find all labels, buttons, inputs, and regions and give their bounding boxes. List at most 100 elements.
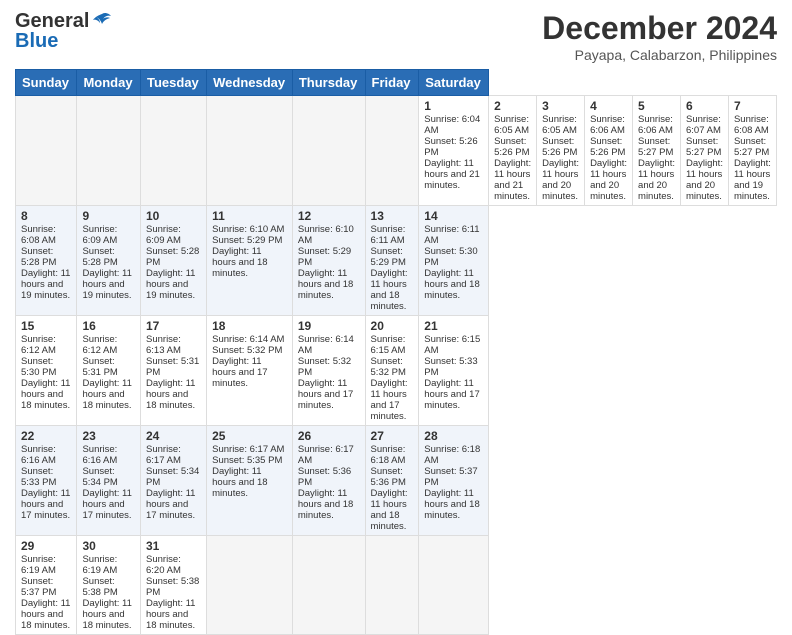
daylight: Daylight: 11 hours and 18 minutes. [298, 488, 353, 521]
daylight: Daylight: 11 hours and 18 minutes. [424, 488, 479, 521]
sunset: Sunset: 5:29 PM [212, 235, 282, 246]
col-wednesday: Wednesday [207, 70, 293, 96]
daylight: Daylight: 11 hours and 17 minutes. [21, 488, 70, 521]
sunrise: Sunrise: 6:07 AM [686, 114, 721, 136]
day-number: 20 [371, 319, 414, 333]
month-title: December 2024 [542, 10, 777, 47]
calendar-cell: 10Sunrise: 6:09 AMSunset: 5:28 PMDayligh… [141, 206, 207, 316]
day-number: 11 [212, 209, 287, 223]
sunrise: Sunrise: 6:04 AM [424, 114, 480, 136]
sunrise: Sunrise: 6:06 AM [590, 114, 625, 136]
daylight: Daylight: 11 hours and 19 minutes. [82, 268, 131, 301]
sunrise: Sunrise: 6:10 AM [298, 224, 354, 246]
calendar-cell: 29Sunrise: 6:19 AMSunset: 5:37 PMDayligh… [16, 536, 77, 635]
day-number: 24 [146, 429, 201, 443]
daylight: Daylight: 11 hours and 18 minutes. [371, 268, 408, 312]
sunrise: Sunrise: 6:13 AM [146, 334, 181, 356]
calendar-cell [77, 96, 141, 206]
day-number: 31 [146, 539, 201, 553]
day-number: 27 [371, 429, 414, 443]
day-number: 7 [734, 99, 771, 113]
calendar-cell [141, 96, 207, 206]
daylight: Daylight: 11 hours and 18 minutes. [82, 598, 131, 631]
day-number: 21 [424, 319, 483, 333]
calendar-cell: 20Sunrise: 6:15 AMSunset: 5:32 PMDayligh… [365, 316, 419, 426]
day-number: 13 [371, 209, 414, 223]
day-number: 18 [212, 319, 287, 333]
daylight: Daylight: 11 hours and 17 minutes. [371, 378, 408, 422]
calendar-cell: 30Sunrise: 6:19 AMSunset: 5:38 PMDayligh… [77, 536, 141, 635]
day-number: 6 [686, 99, 723, 113]
sunrise: Sunrise: 6:17 AM [146, 444, 181, 466]
calendar-cell: 3Sunrise: 6:05 AMSunset: 5:26 PMDaylight… [537, 96, 585, 206]
sunset: Sunset: 5:27 PM [734, 136, 769, 158]
sunset: Sunset: 5:30 PM [424, 246, 477, 268]
day-number: 30 [82, 539, 135, 553]
sunset: Sunset: 5:27 PM [638, 136, 673, 158]
daylight: Daylight: 11 hours and 21 minutes. [494, 158, 531, 202]
day-number: 4 [590, 99, 627, 113]
calendar-cell [365, 96, 419, 206]
sunrise: Sunrise: 6:11 AM [424, 224, 479, 246]
daylight: Daylight: 11 hours and 17 minutes. [298, 378, 353, 411]
col-tuesday: Tuesday [141, 70, 207, 96]
calendar-week-0: 1Sunrise: 6:04 AMSunset: 5:26 PMDaylight… [16, 96, 777, 206]
daylight: Daylight: 11 hours and 19 minutes. [734, 158, 771, 202]
day-number: 19 [298, 319, 360, 333]
day-number: 25 [212, 429, 287, 443]
daylight: Daylight: 11 hours and 17 minutes. [212, 356, 267, 389]
daylight: Daylight: 11 hours and 17 minutes. [82, 488, 131, 521]
col-thursday: Thursday [292, 70, 365, 96]
calendar-cell: 7Sunrise: 6:08 AMSunset: 5:27 PMDaylight… [728, 96, 776, 206]
day-number: 5 [638, 99, 675, 113]
sunset: Sunset: 5:26 PM [590, 136, 625, 158]
sunrise: Sunrise: 6:08 AM [734, 114, 769, 136]
sunrise: Sunrise: 6:17 AM [212, 444, 284, 455]
sunset: Sunset: 5:34 PM [82, 466, 117, 488]
sunset: Sunset: 5:26 PM [424, 136, 477, 158]
daylight: Daylight: 11 hours and 17 minutes. [146, 488, 195, 521]
calendar-cell: 16Sunrise: 6:12 AMSunset: 5:31 PMDayligh… [77, 316, 141, 426]
daylight: Daylight: 11 hours and 18 minutes. [146, 598, 195, 631]
calendar-cell: 14Sunrise: 6:11 AMSunset: 5:30 PMDayligh… [419, 206, 489, 316]
sunrise: Sunrise: 6:15 AM [371, 334, 406, 356]
sunset: Sunset: 5:28 PM [82, 246, 117, 268]
calendar-cell: 18Sunrise: 6:14 AMSunset: 5:32 PMDayligh… [207, 316, 293, 426]
calendar-cell: 28Sunrise: 6:18 AMSunset: 5:37 PMDayligh… [419, 426, 489, 536]
sunrise: Sunrise: 6:16 AM [21, 444, 56, 466]
calendar-week-1: 8Sunrise: 6:08 AMSunset: 5:28 PMDaylight… [16, 206, 777, 316]
sunrise: Sunrise: 6:18 AM [371, 444, 406, 466]
sunset: Sunset: 5:32 PM [298, 356, 351, 378]
daylight: Daylight: 11 hours and 18 minutes. [146, 378, 195, 411]
calendar-cell: 9Sunrise: 6:09 AMSunset: 5:28 PMDaylight… [77, 206, 141, 316]
sunset: Sunset: 5:29 PM [371, 246, 406, 268]
sunset: Sunset: 5:31 PM [146, 356, 199, 378]
calendar-cell [16, 96, 77, 206]
sunset: Sunset: 5:33 PM [21, 466, 56, 488]
sunrise: Sunrise: 6:08 AM [21, 224, 56, 246]
location: Payapa, Calabarzon, Philippines [542, 47, 777, 63]
sunset: Sunset: 5:34 PM [146, 466, 199, 488]
sunset: Sunset: 5:26 PM [542, 136, 577, 158]
sunrise: Sunrise: 6:14 AM [212, 334, 284, 345]
col-saturday: Saturday [419, 70, 489, 96]
day-number: 22 [21, 429, 71, 443]
sunset: Sunset: 5:38 PM [146, 576, 199, 598]
sunrise: Sunrise: 6:11 AM [371, 224, 406, 246]
day-number: 1 [424, 99, 483, 113]
calendar-cell: 26Sunrise: 6:17 AMSunset: 5:36 PMDayligh… [292, 426, 365, 536]
calendar-cell: 13Sunrise: 6:11 AMSunset: 5:29 PMDayligh… [365, 206, 419, 316]
sunrise: Sunrise: 6:15 AM [424, 334, 480, 356]
calendar-cell: 12Sunrise: 6:10 AMSunset: 5:29 PMDayligh… [292, 206, 365, 316]
calendar-cell [419, 536, 489, 635]
sunrise: Sunrise: 6:06 AM [638, 114, 673, 136]
sunset: Sunset: 5:28 PM [21, 246, 56, 268]
calendar-header-row: Sunday Monday Tuesday Wednesday Thursday… [16, 70, 777, 96]
sunset: Sunset: 5:36 PM [298, 466, 351, 488]
daylight: Daylight: 11 hours and 18 minutes. [82, 378, 131, 411]
day-number: 12 [298, 209, 360, 223]
day-number: 2 [494, 99, 531, 113]
sunset: Sunset: 5:29 PM [298, 246, 351, 268]
daylight: Daylight: 11 hours and 20 minutes. [542, 158, 579, 202]
calendar-cell: 25Sunrise: 6:17 AMSunset: 5:35 PMDayligh… [207, 426, 293, 536]
